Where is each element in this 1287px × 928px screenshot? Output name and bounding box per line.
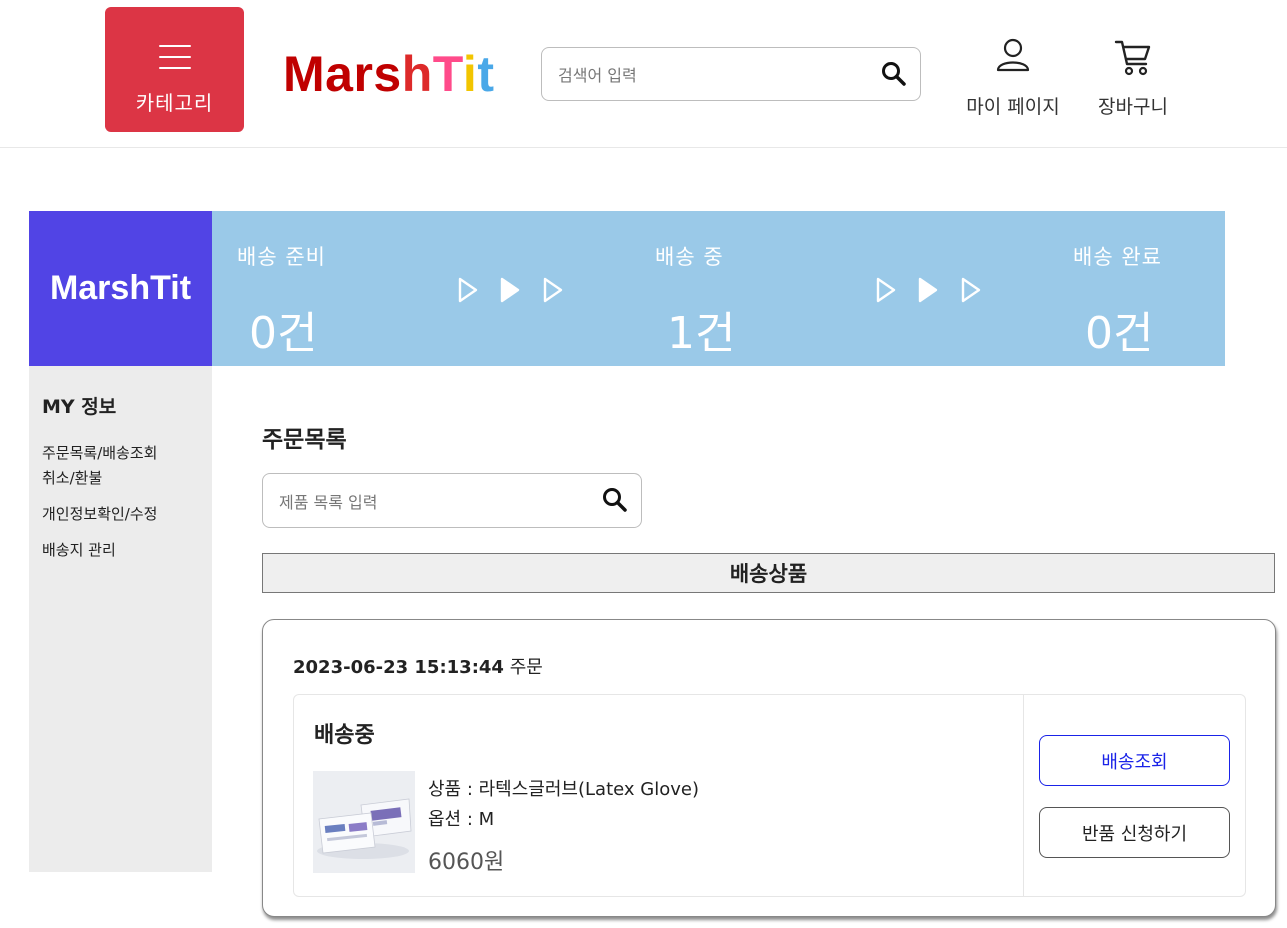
stage-label: 배송 준비 — [237, 245, 326, 269]
product-search-bar — [262, 473, 642, 528]
arrow-icons — [876, 277, 981, 303]
cart-link[interactable]: 장바구니 — [1088, 36, 1178, 119]
sidebar-item-refund[interactable]: 취소/환불 — [42, 467, 102, 488]
stage-count: 0건 — [249, 308, 318, 359]
search-icon[interactable] — [880, 60, 908, 88]
stage-label: 배송 중 — [655, 245, 724, 269]
arrow-icons — [458, 277, 563, 303]
sidebar-item-orders[interactable]: 주문목록/배송조회 — [42, 442, 157, 463]
product-image[interactable] — [313, 771, 415, 873]
order-card: 2023-06-23 15:13:44 주문 배송중 상품 : 라텍스글러브(L… — [262, 619, 1276, 917]
product-price: 6060원 — [428, 850, 505, 875]
sidebar: MY 정보 주문목록/배송조회 취소/환불 개인정보확인/수정 배송지 관리 — [29, 366, 212, 872]
shipping-status: 배송중 — [314, 723, 375, 748]
search-input[interactable] — [558, 62, 868, 88]
sidebar-item-address[interactable]: 배송지 관리 — [42, 539, 116, 560]
delivery-status-band: 배송 준비 0건 배송 중 1건 배송 완료 0건 — [212, 211, 1225, 366]
stage-delivered: 배송 완료 0건 — [1073, 211, 1213, 366]
mypage-label: 마이 페이지 — [966, 96, 1060, 118]
order-date: 2023-06-23 15:13:44 주문 — [293, 657, 543, 678]
site-header: 카테고리 MarshTit 마이 페이지 장바구니 — [0, 0, 1287, 148]
track-shipment-button[interactable]: 배송조회 — [1039, 735, 1230, 786]
product-name: 상품 : 라텍스글러브(Latex Glove) — [428, 779, 699, 800]
stage-shipping: 배송 중 1건 — [655, 211, 795, 366]
brand-box: MarshTit — [29, 211, 212, 366]
sidebar-title: MY 정보 — [42, 396, 117, 418]
site-logo[interactable]: MarshTit — [283, 44, 494, 104]
stage-count: 1건 — [667, 308, 736, 359]
product-option: 옵션 : M — [428, 809, 495, 830]
mypage-link[interactable]: 마이 페이지 — [957, 36, 1069, 119]
divider — [1023, 695, 1024, 896]
stage-label: 배송 완료 — [1073, 245, 1162, 269]
category-button[interactable]: 카테고리 — [105, 7, 244, 132]
return-request-button[interactable]: 반품 신청하기 — [1039, 807, 1230, 858]
stage-preparing: 배송 준비 0건 — [237, 211, 377, 366]
search-icon[interactable] — [601, 486, 629, 514]
tab-shipping-products[interactable]: 배송상품 — [262, 553, 1275, 593]
header-search-bar — [541, 47, 921, 101]
product-search-input[interactable] — [279, 489, 589, 515]
menu-icon — [158, 45, 191, 69]
order-item: 배송중 상품 : 라텍스글러브(Latex Glove) 옵션 : M 6060… — [293, 694, 1246, 897]
sidebar-item-profile[interactable]: 개인정보확인/수정 — [42, 503, 157, 524]
user-icon — [996, 38, 1030, 72]
page-title: 주문목록 — [262, 427, 347, 453]
category-label: 카테고리 — [135, 91, 214, 115]
cart-icon — [1114, 40, 1151, 76]
cart-label: 장바구니 — [1098, 96, 1168, 118]
stage-count: 0건 — [1085, 308, 1154, 359]
